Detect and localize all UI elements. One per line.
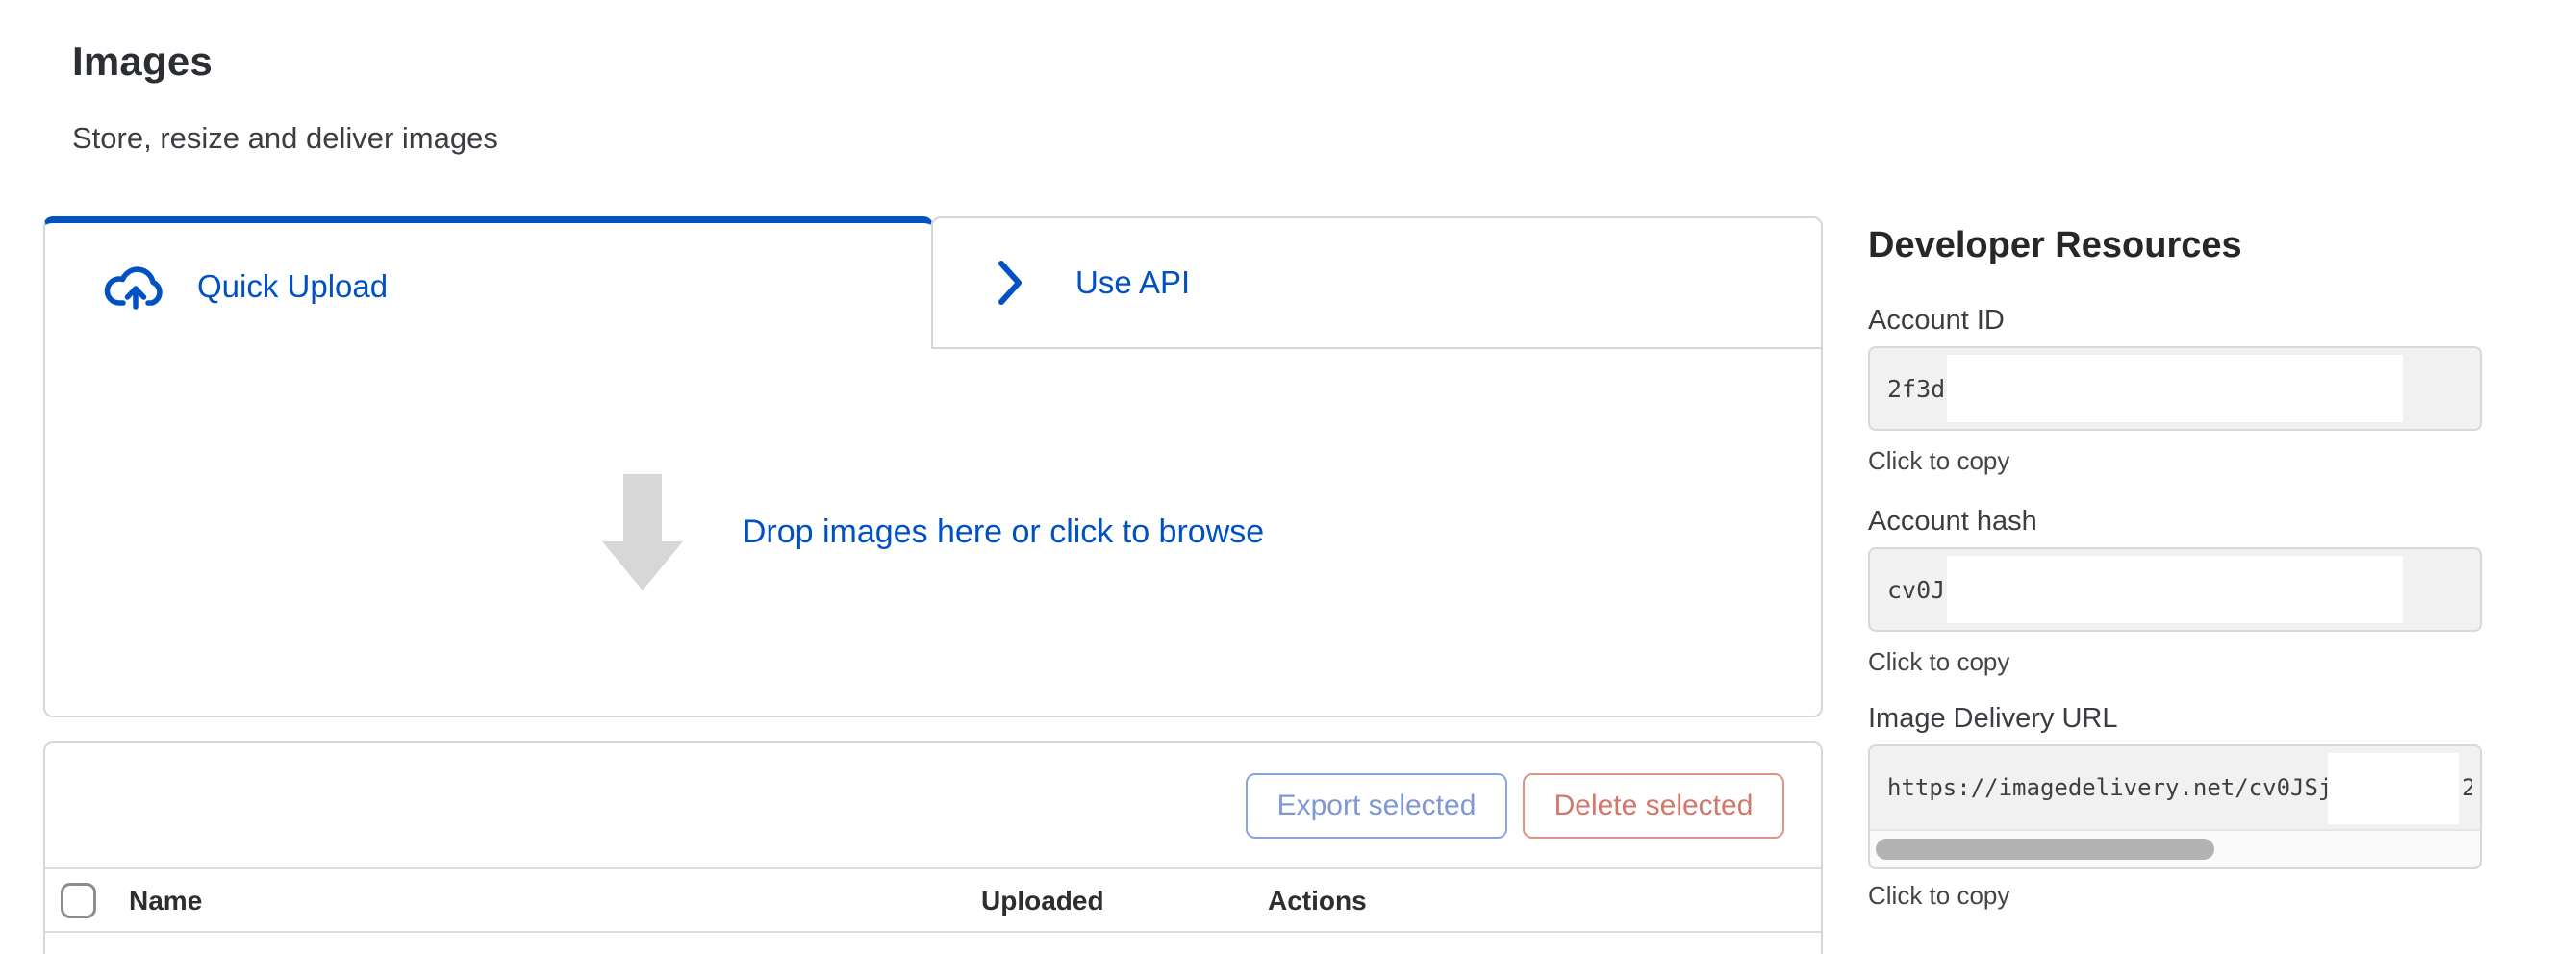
images-list-card: Export selected Delete selected Name Upl… [43,741,1823,954]
page-subtitle: Store, resize and deliver images [72,121,498,156]
column-header-actions: Actions [1268,869,1367,933]
images-page: Images Store, resize and deliver images … [0,0,2576,954]
developer-resources-panel: Developer Resources Account ID 2f3d Clic… [1868,225,2482,911]
image-delivery-url-value: https://imagedelivery.net/cv0JSj [1887,774,2332,801]
account-hash-field[interactable]: cv0J [1868,547,2482,632]
table-header-row: Name Uploaded Actions [45,869,1821,933]
chevron-right-icon [997,259,1023,307]
account-hash-label: Account hash [1868,505,2482,538]
image-delivery-url-text-row: https://imagedelivery.net/cv0JSj 2 [1870,746,2480,829]
delete-selected-button[interactable]: Delete selected [1523,773,1784,839]
account-hash-value: cv0J [1887,576,1945,604]
export-selected-button[interactable]: Export selected [1246,773,1507,839]
image-delivery-url-copy-hint: Click to copy [1868,881,2482,911]
bulk-actions-row: Export selected Delete selected [45,743,1821,869]
url-horizontal-scrollbar[interactable] [1870,829,2480,867]
column-header-name: Name [129,869,202,933]
redaction-overlay [1947,355,2403,422]
select-all-checkbox[interactable] [61,883,96,918]
redaction-overlay [2328,753,2459,824]
column-header-uploaded: Uploaded [981,869,1104,933]
tab-use-api[interactable]: Use API [931,216,1823,349]
upload-tabs: Quick Upload Use API [43,216,1823,349]
tab-use-api-label: Use API [1075,264,1190,301]
arrow-down-icon [602,474,683,591]
image-delivery-url-field[interactable]: https://imagedelivery.net/cv0JSj 2 [1868,744,2482,869]
account-hash-copy-hint: Click to copy [1868,647,2482,677]
image-delivery-url-tail: 2 [2462,746,2472,829]
tab-quick-upload[interactable]: Quick Upload [43,216,933,349]
image-delivery-url-label: Image Delivery URL [1868,702,2482,735]
upload-dropzone[interactable]: Drop images here or click to browse [43,349,1823,717]
cloud-upload-icon [103,264,168,310]
account-id-field[interactable]: 2f3d [1868,346,2482,431]
account-id-value: 2f3d [1887,375,1945,403]
developer-resources-heading: Developer Resources [1868,225,2482,269]
account-id-label: Account ID [1868,304,2482,337]
url-scrollbar-thumb[interactable] [1876,839,2214,860]
dropzone-label: Drop images here or click to browse [743,514,1264,551]
tab-quick-upload-label: Quick Upload [197,268,388,305]
account-id-copy-hint: Click to copy [1868,446,2482,476]
page-title: Images [72,38,213,85]
redaction-overlay [1947,556,2403,623]
